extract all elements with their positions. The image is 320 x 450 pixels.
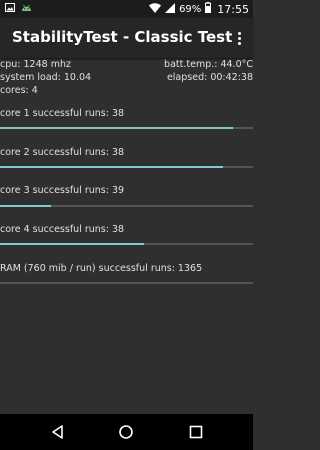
core-4-progress-fill	[0, 243, 145, 245]
core-2-progress-fill	[0, 166, 223, 168]
status-bar: 69% 17:55	[0, 0, 253, 18]
back-icon[interactable]	[50, 424, 66, 440]
recents-icon[interactable]	[188, 424, 204, 440]
core-1-progress-track	[0, 127, 253, 129]
ram-progress-track	[0, 282, 253, 284]
system-info: cpu: 1248 mhz batt.temp.: 44.0°C system …	[0, 58, 253, 97]
core-4-label: core 4 successful runs: 38	[0, 224, 125, 235]
more-vert-icon[interactable]	[233, 26, 245, 50]
info-row-cpu: cpu: 1248 mhz batt.temp.: 44.0°C	[0, 58, 253, 71]
clock: 17:55	[217, 2, 249, 16]
app-title: StabilityTest - Classic Test	[12, 28, 233, 46]
core-1-label: core 1 successful runs: 38	[0, 108, 125, 119]
core-3-progress-track	[0, 205, 253, 207]
battery-percent: 69%	[179, 3, 202, 15]
ram-label: RAM (760 mib / run) successful runs: 136…	[0, 263, 203, 274]
core-count: cores: 4	[0, 85, 38, 96]
core-2-progress-track	[0, 166, 253, 168]
image-icon	[5, 3, 15, 15]
core-1-progress-fill	[0, 127, 233, 129]
navigation-bar	[0, 414, 253, 450]
home-icon[interactable]	[118, 424, 134, 440]
battery-icon	[205, 2, 212, 16]
wifi-icon	[149, 2, 162, 16]
info-row-load: system load: 10.04 elapsed: 00:42:38	[0, 71, 253, 84]
elapsed-time: elapsed: 00:42:38	[166, 72, 253, 83]
cpu-frequency: cpu: 1248 mhz	[0, 59, 71, 70]
core-2-label: core 2 successful runs: 38	[0, 147, 125, 158]
android-icon	[21, 3, 32, 15]
core-4-progress-track	[0, 243, 253, 245]
info-row-cores: cores: 4	[0, 84, 253, 97]
battery-temperature: batt.temp.: 44.0°C	[164, 59, 253, 70]
status-left-icons	[5, 3, 32, 15]
app-bar: StabilityTest - Classic Test	[0, 18, 253, 58]
core-3-progress-fill	[0, 205, 51, 207]
status-right-icons: 69% 17:55	[149, 2, 249, 16]
signal-icon	[165, 2, 176, 16]
core-3-label: core 3 successful runs: 39	[0, 185, 125, 196]
system-load: system load: 10.04	[0, 72, 92, 83]
